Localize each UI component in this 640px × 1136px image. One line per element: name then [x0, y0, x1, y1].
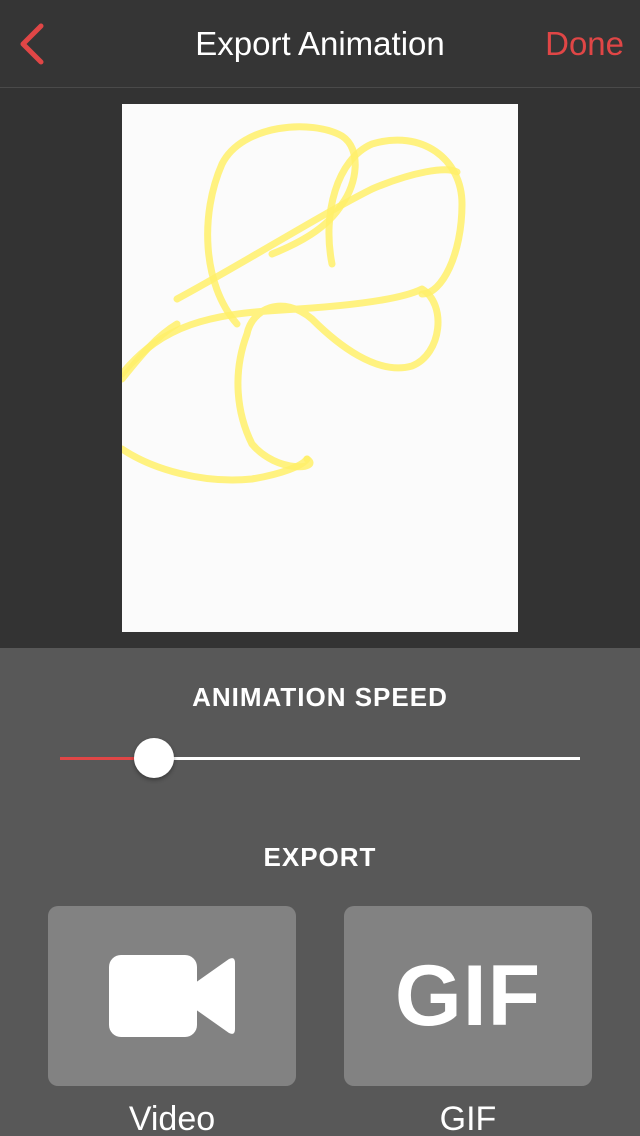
gif-icon: GIF	[394, 948, 542, 1044]
scribble-drawing	[122, 123, 466, 484]
page-title: Export Animation	[195, 25, 445, 62]
video-caption: Video	[128, 1100, 216, 1136]
animation-speed-slider[interactable]	[60, 738, 580, 778]
chevron-left-icon	[20, 23, 44, 65]
animation-preview-area	[0, 89, 640, 648]
export-video-button[interactable]	[48, 906, 296, 1086]
drawing-canvas-preview	[122, 104, 518, 632]
export-label: EXPORT	[263, 842, 377, 872]
navigation-bar: Export Animation Done	[0, 0, 640, 88]
gif-caption: GIF	[439, 1100, 497, 1136]
done-button[interactable]: Done	[545, 0, 624, 88]
export-animation-screen: Export Animation Done ANIMATION SPEED EX…	[0, 0, 640, 1136]
back-button[interactable]	[12, 20, 52, 68]
export-options-panel: ANIMATION SPEED EXPORT GIF Video GIF	[0, 648, 640, 1136]
animation-speed-label: ANIMATION SPEED	[192, 682, 448, 712]
video-camera-icon	[109, 955, 235, 1037]
export-gif-button[interactable]: GIF	[344, 906, 592, 1086]
slider-thumb[interactable]	[134, 738, 174, 778]
